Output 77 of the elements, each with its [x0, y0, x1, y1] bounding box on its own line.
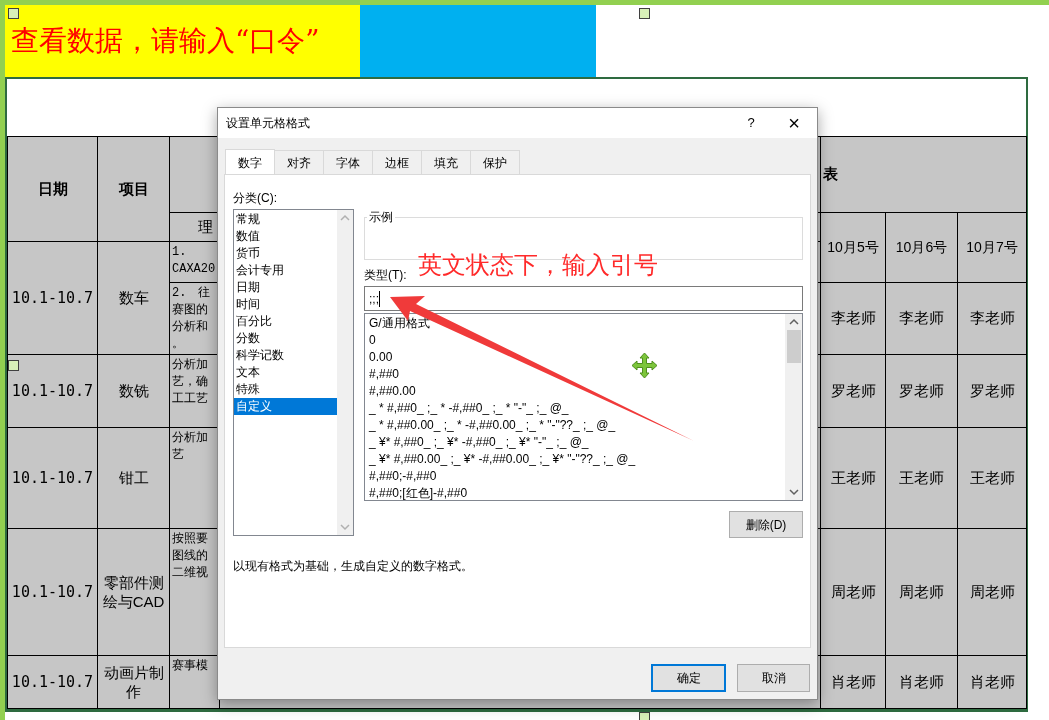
table-cell: 李老师 — [957, 282, 1027, 355]
close-button[interactable]: × — [771, 108, 817, 138]
list-item[interactable]: 科学记数 — [234, 347, 337, 364]
list-item[interactable]: 百分比 — [234, 313, 337, 330]
list-item[interactable]: #,##0 — [369, 366, 785, 383]
list-item[interactable]: #,##0.00 — [369, 383, 785, 400]
move-cursor-icon — [631, 352, 658, 379]
table-cell: 周老师 — [820, 528, 886, 656]
table-cell: 钳工 — [97, 427, 170, 529]
date-header: 10月6号 — [885, 212, 958, 283]
table-cell: 肖老师 — [957, 655, 1027, 709]
category-list[interactable]: 常规 数值 货币 会计专用 日期 时间 百分比 分数 科学记数 文本 特殊 自定义 — [233, 209, 354, 536]
table-cell: 数铣 — [97, 354, 170, 428]
table-cell: 数车 — [97, 241, 170, 355]
scrollbar[interactable] — [785, 314, 802, 500]
list-item[interactable]: 0.00 — [369, 349, 785, 366]
resize-handle[interactable] — [639, 712, 650, 720]
list-item[interactable]: 分数 — [234, 330, 337, 347]
list-item[interactable]: _ ¥* #,##0.00_ ;_ ¥* -#,##0.00_ ;_ ¥* "-"??_ ;_ @_ — [369, 451, 785, 468]
type-input[interactable]: ;;; — [364, 286, 803, 311]
table-cell: 罗老师 — [885, 354, 958, 428]
table-cell: 10.1-10.7 — [7, 655, 98, 709]
resize-handle[interactable] — [8, 8, 19, 19]
list-item[interactable]: 自定义 — [234, 398, 337, 415]
list-item[interactable]: #,##0;-#,##0 — [369, 468, 785, 485]
table-cell: 肖老师 — [820, 655, 886, 709]
table-cell: 罗老师 — [957, 354, 1027, 428]
column-header: 表 — [820, 136, 1027, 213]
table-cell: 王老师 — [885, 427, 958, 529]
table-cell: 李老师 — [820, 282, 886, 355]
category-label: 分类(C): — [233, 190, 277, 207]
table-cell: 周老师 — [957, 528, 1027, 656]
date-header: 10月5号 — [820, 212, 886, 283]
list-item[interactable]: _ * #,##0_ ;_ * -#,##0_ ;_ * "-"_ ;_ @_ — [369, 400, 785, 417]
table-cell: 10.1-10.7 — [7, 528, 98, 656]
table-cell: 10.1-10.7 — [7, 427, 98, 529]
resize-handle[interactable] — [8, 360, 19, 371]
tab[interactable]: 数字 — [225, 149, 275, 175]
table-cell: 周老师 — [885, 528, 958, 656]
table-cell: 李老师 — [885, 282, 958, 355]
delete-button[interactable]: 删除(D) — [729, 511, 803, 538]
date-header: 10月7号 — [957, 212, 1027, 283]
list-item[interactable]: G/通用格式 — [369, 315, 785, 332]
table-cell: 10.1-10.7 — [7, 241, 98, 355]
list-item[interactable]: _ ¥* #,##0_ ;_ ¥* -#,##0_ ;_ ¥* "-"_ ;_ @_ — [369, 434, 785, 451]
table-cell: 王老师 — [957, 427, 1027, 529]
list-item[interactable]: 货币 — [234, 245, 337, 262]
column-header: 日期 — [7, 136, 98, 242]
ok-button[interactable]: 确定 — [651, 664, 726, 692]
prompt-text: 查看数据，请输入“口令” — [11, 23, 320, 59]
type-label: 类型(T): — [364, 267, 407, 284]
list-item[interactable]: #,##0;[红色]-#,##0 — [369, 485, 785, 502]
description-text: 以现有格式为基础，生成自定义的数字格式。 — [233, 558, 473, 575]
list-item[interactable]: 会计专用 — [234, 262, 337, 279]
table-cell: 零部件测绘与CAD — [97, 528, 170, 656]
list-item[interactable]: 常规 — [234, 211, 337, 228]
help-button[interactable]: ? — [731, 108, 771, 138]
resize-handle[interactable] — [639, 8, 650, 19]
table-cell: 肖老师 — [885, 655, 958, 709]
tab[interactable]: 保护 — [470, 150, 520, 174]
list-item[interactable]: 时间 — [234, 296, 337, 313]
sample-label: 示例 — [367, 208, 395, 226]
list-item[interactable]: 日期 — [234, 279, 337, 296]
column-header: 项目 — [97, 136, 170, 242]
list-item[interactable]: 特殊 — [234, 381, 337, 398]
table-cell: 罗老师 — [820, 354, 886, 428]
scroll-thumb[interactable] — [786, 330, 801, 363]
annotation-text: 英文状态下，输入引号 — [418, 250, 658, 280]
dialog-title: 设置单元格格式 — [226, 115, 311, 132]
list-item[interactable]: _ * #,##0.00_ ;_ * -#,##0.00_ ;_ * "-"??_ ;_ @_ — [369, 417, 785, 434]
cancel-button[interactable]: 取消 — [737, 664, 810, 692]
list-item[interactable]: 0 — [369, 332, 785, 349]
list-item[interactable]: 数值 — [234, 228, 337, 245]
table-cell: 王老师 — [820, 427, 886, 529]
format-list[interactable] — [364, 313, 803, 501]
table-cell: 动画片制作 — [97, 655, 170, 709]
list-item[interactable]: 文本 — [234, 364, 337, 381]
